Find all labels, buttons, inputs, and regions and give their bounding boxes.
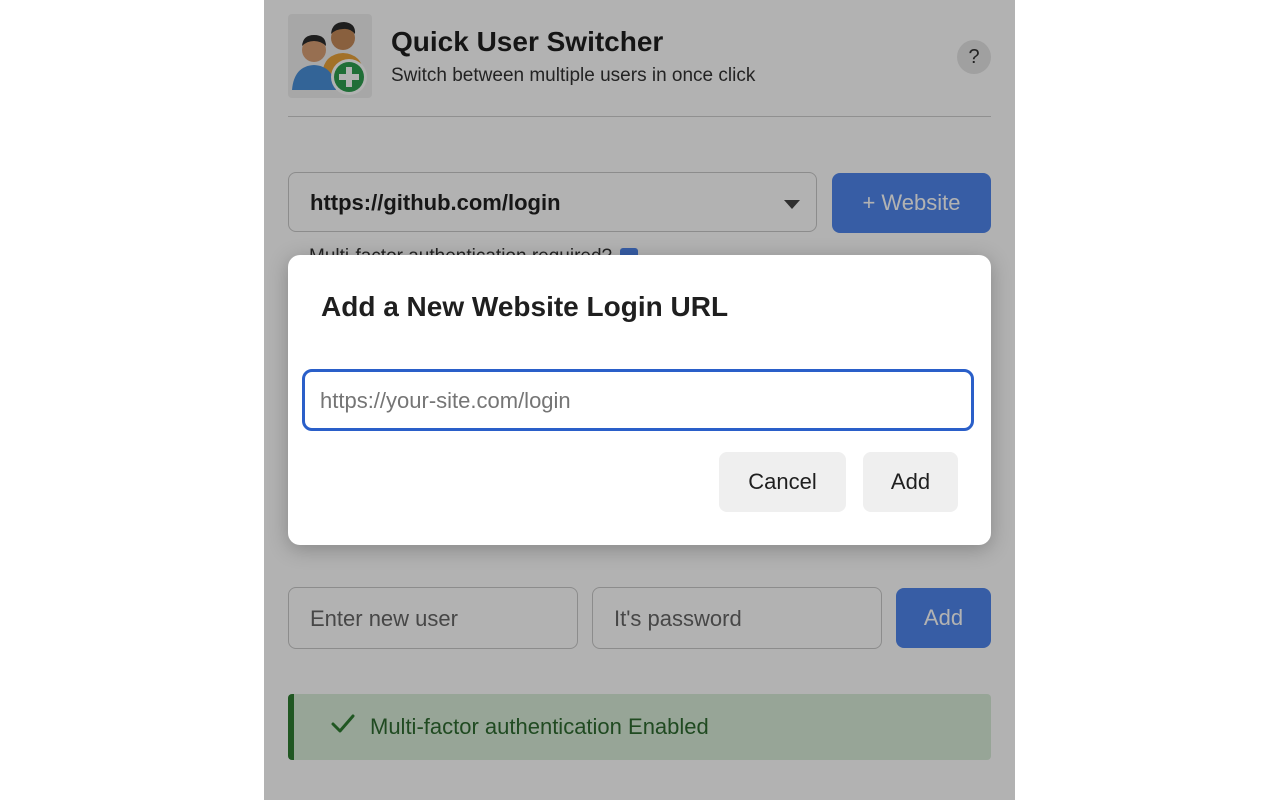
dialog-title: Add a New Website Login URL — [321, 291, 729, 322]
website-url-placeholder: https://your-site.com/login — [320, 388, 571, 413]
dialog-add-button[interactable]: Add — [863, 452, 958, 512]
screen: Quick User Switcher Switch between multi… — [0, 0, 1280, 800]
website-url-input[interactable]: https://your-site.com/login — [302, 369, 974, 431]
cancel-button[interactable]: Cancel — [719, 452, 846, 512]
add-website-dialog: Add a New Website Login URL https://your… — [288, 255, 991, 545]
